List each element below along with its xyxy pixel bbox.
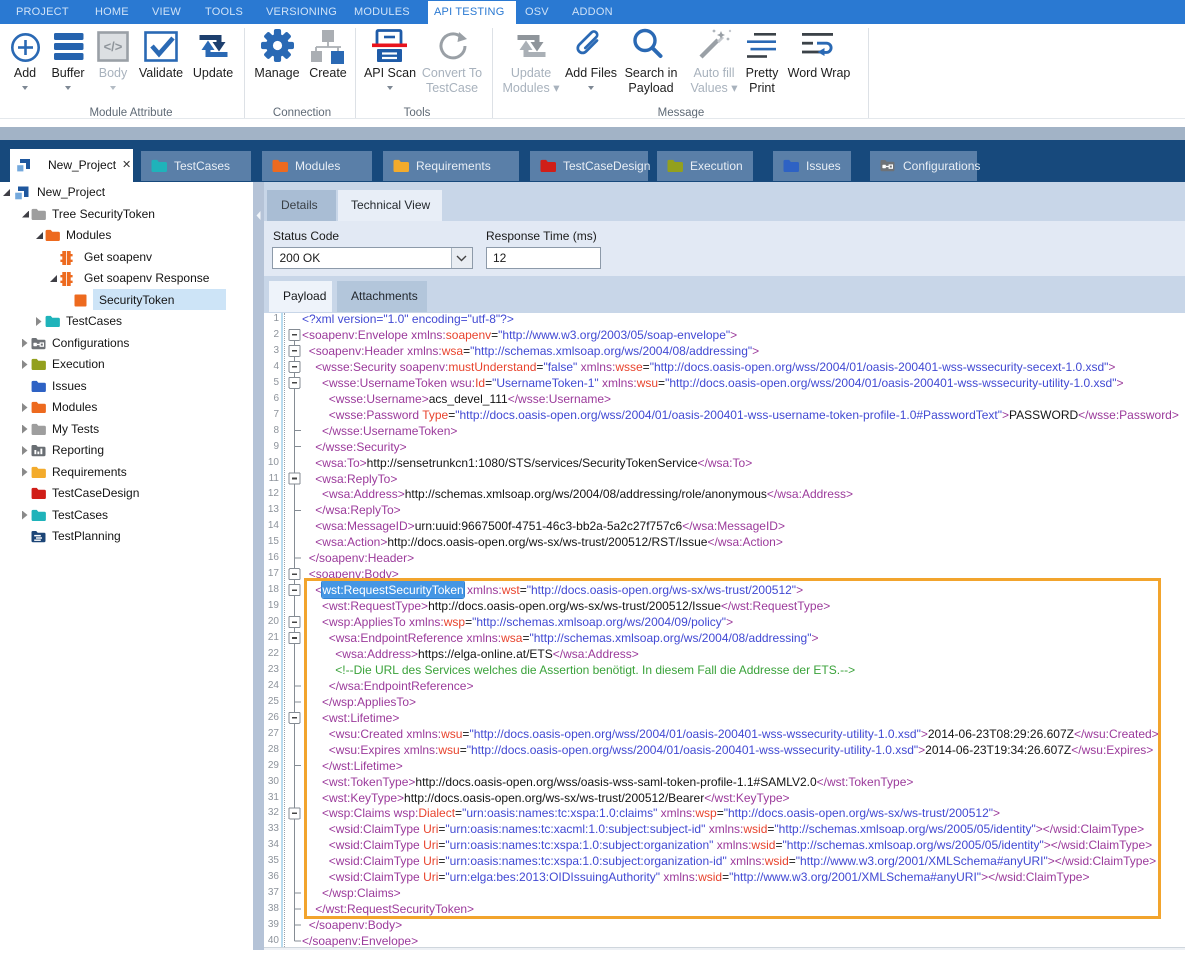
svg-text:</>: </> bbox=[104, 39, 123, 54]
